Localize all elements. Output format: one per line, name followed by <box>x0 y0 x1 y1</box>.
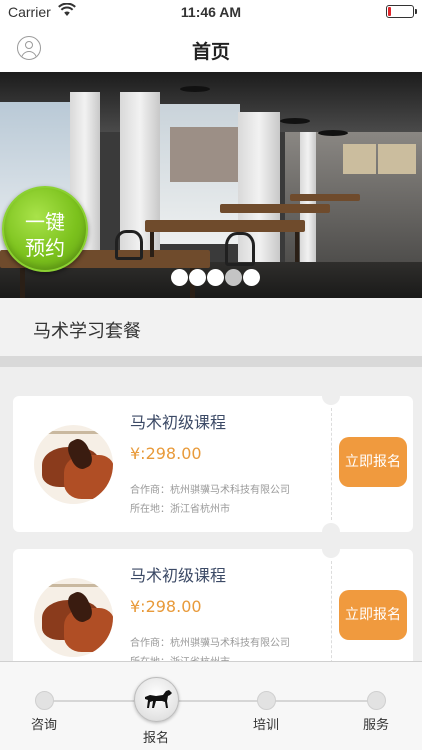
horse-icon <box>134 677 179 722</box>
quick-book-label-line2: 预约 <box>25 236 65 260</box>
course-price: ¥:298.00 <box>130 444 202 463</box>
course-name: 马术初级课程 <box>130 566 227 585</box>
tab-label: 咨询 <box>30 718 57 733</box>
course-location: 所在地：浙江省杭州市 <box>130 504 230 515</box>
section-title: 马术学习套餐 <box>33 321 141 342</box>
course-card[interactable]: 马术初级课程 ¥:298.00 合作商：杭州骐骥马术科技有限公司 所在地：浙江省… <box>13 387 413 541</box>
tab-consult[interactable]: 咨询 <box>4 662 84 750</box>
banner-carousel[interactable]: 一键 预约 <box>0 72 422 298</box>
status-bar: Carrier 11:46 AM <box>0 0 422 24</box>
section-divider <box>0 356 422 367</box>
nav-bar: 首页 <box>0 24 422 72</box>
tab-label: 服务 <box>362 718 389 733</box>
quick-book-button[interactable]: 一键 预约 <box>2 186 88 272</box>
course-partner: 合作商：杭州骐骥马术科技有限公司 <box>130 485 290 496</box>
tab-track <box>44 700 378 702</box>
course-price: ¥:298.00 <box>130 597 202 616</box>
battery-level <box>388 7 391 16</box>
carousel-dot[interactable] <box>189 269 206 286</box>
course-thumbnail-horse <box>34 425 113 504</box>
carousel-dot[interactable] <box>171 269 188 286</box>
course-partner: 合作商：杭州骐骥马术科技有限公司 <box>130 638 290 649</box>
signup-button[interactable]: 立即报名 <box>339 437 407 487</box>
tab-label: 培训 <box>252 718 279 733</box>
tab-label: 报名 <box>142 731 169 746</box>
tab-node <box>367 691 386 710</box>
section-header: 马术学习套餐 <box>0 298 422 356</box>
course-name: 马术初级课程 <box>130 413 227 432</box>
carousel-dot[interactable] <box>207 269 224 286</box>
tab-service[interactable]: 服务 <box>336 662 416 750</box>
tab-signup[interactable]: 报名 <box>116 662 196 750</box>
course-thumbnail-horse <box>34 578 113 657</box>
tab-training[interactable]: 培训 <box>226 662 306 750</box>
tab-bar: 咨询 报名 培训 服务 <box>0 661 422 750</box>
carousel-dot[interactable] <box>243 269 260 286</box>
page-title: 首页 <box>191 41 230 63</box>
carousel-dot-current[interactable] <box>225 269 242 286</box>
signup-button[interactable]: 立即报名 <box>339 590 407 640</box>
quick-book-label-line1: 一键 <box>25 210 65 234</box>
tab-node <box>257 691 276 710</box>
tab-node <box>35 691 54 710</box>
status-time: 11:46 AM <box>180 4 242 20</box>
battery-icon <box>386 5 417 18</box>
